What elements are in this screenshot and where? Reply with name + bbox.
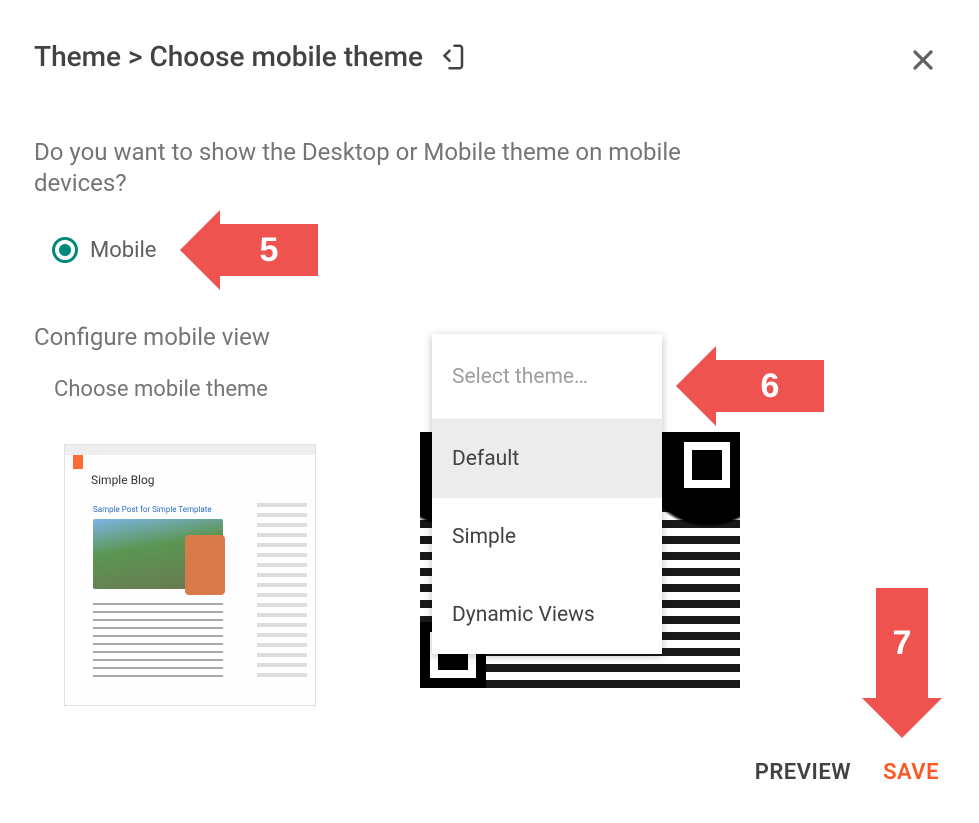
mobile-radio-label: Mobile	[90, 238, 156, 263]
theme-preview-thumbnail: Simple Blog Sample Post for Simple Templ…	[64, 444, 316, 706]
theme-dropdown[interactable]: Select theme… Default Simple Dynamic Vie…	[432, 334, 662, 654]
save-button[interactable]: SAVE	[883, 760, 939, 785]
theme-option-default[interactable]: Default	[432, 420, 662, 498]
thumb-post-title: Sample Post for Simple Template	[93, 505, 212, 514]
prompt-text: Do you want to show the Desktop or Mobil…	[34, 137, 714, 199]
mobile-icon	[437, 42, 467, 72]
thumb-blog-title: Simple Blog	[91, 473, 155, 487]
theme-option-simple[interactable]: Simple	[432, 498, 662, 576]
annotation-arrow-7: 7	[862, 588, 942, 738]
theme-dropdown-trigger[interactable]: Select theme…	[432, 334, 662, 420]
preview-button[interactable]: PREVIEW	[755, 760, 851, 785]
close-button[interactable]	[907, 44, 939, 80]
theme-option-dynamic-views[interactable]: Dynamic Views	[432, 576, 662, 654]
mobile-radio[interactable]	[52, 237, 78, 263]
breadcrumb: Theme > Choose mobile theme	[34, 40, 423, 73]
annotation-arrow-6: 6	[676, 346, 824, 426]
annotation-arrow-5: 5	[180, 210, 318, 290]
